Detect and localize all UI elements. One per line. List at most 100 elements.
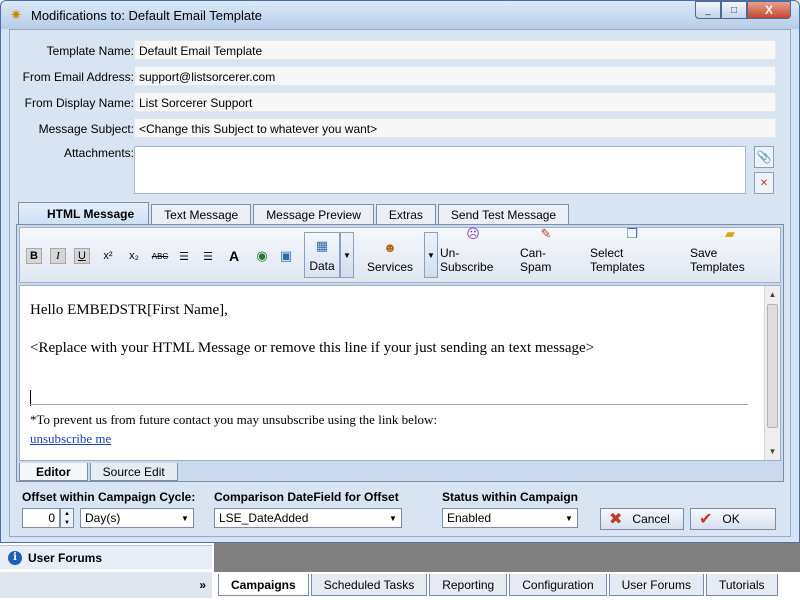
- window-title: Modifications to: Default Email Template: [31, 7, 262, 23]
- datefield-label: Comparison DateField for Offset: [214, 490, 399, 504]
- subscript-button[interactable]: x₂: [126, 248, 142, 264]
- unsubscribe-note: *To prevent us from future contact you m…: [30, 412, 438, 427]
- dialog-client-area: Template Name: Default Email Template Fr…: [9, 29, 791, 537]
- bold-button[interactable]: B: [26, 248, 42, 264]
- template-name-field[interactable]: Default Email Template: [134, 40, 776, 60]
- add-attachment-button[interactable]: 📎: [754, 146, 774, 168]
- title-bar[interactable]: ✷ Modifications to: Default Email Templa…: [1, 1, 799, 29]
- insert-image-icon[interactable]: ▣: [278, 248, 294, 264]
- minimize-button[interactable]: _: [695, 1, 721, 19]
- underline-button[interactable]: U: [74, 248, 90, 264]
- sidebar-item-label: User Forums: [28, 550, 103, 565]
- calendar-grid-icon: ▦: [315, 238, 329, 253]
- info-icon: i: [8, 550, 22, 565]
- offset-unit-value: Day(s): [85, 511, 121, 525]
- tab-scheduled-tasks[interactable]: Scheduled Tasks: [310, 574, 428, 596]
- offset-label: Offset within Campaign Cycle:: [22, 490, 196, 504]
- italic-button[interactable]: I: [50, 248, 66, 264]
- data-dropdown-button[interactable]: ▦ Data: [304, 232, 340, 278]
- ok-button[interactable]: ✔ OK: [690, 508, 776, 530]
- sidebar-expand-chevrons[interactable]: »: [0, 572, 212, 598]
- attachments-label: Attachments:: [63, 146, 134, 160]
- canspam-button-label: Can-Spam: [520, 246, 552, 274]
- greeting-line: Hello EMBEDSTR[First Name],: [30, 302, 228, 318]
- ok-button-label: OK: [722, 512, 740, 526]
- message-tabs: HTML Message Text Message Message Previe…: [18, 202, 571, 224]
- select-templates-button[interactable]: ❐ Select Templates: [590, 226, 674, 278]
- template-name-label: Template Name:: [46, 44, 134, 58]
- dialog-window: ✷ Modifications to: Default Email Templa…: [0, 0, 800, 543]
- main-tab-strip: Campaigns Scheduled Tasks Reporting Conf…: [218, 574, 778, 596]
- canspam-pencil-icon: ✎: [540, 226, 552, 241]
- stepper-up-icon[interactable]: ▲: [61, 509, 73, 518]
- tab-text-message[interactable]: Text Message: [151, 204, 252, 224]
- offset-stepper-input[interactable]: 0: [22, 508, 60, 528]
- superscript-button[interactable]: x²: [100, 248, 116, 264]
- tab-message-preview[interactable]: Message Preview: [253, 204, 374, 224]
- scrollbar-thumb[interactable]: [767, 304, 778, 428]
- tab-extras[interactable]: Extras: [375, 204, 436, 224]
- tab-user-forums[interactable]: User Forums: [608, 574, 704, 596]
- close-button[interactable]: X: [747, 1, 791, 19]
- unsubscribe-person-icon: ☹: [466, 226, 480, 241]
- subject-row: Message Subject: <Change this Subject to…: [10, 118, 792, 140]
- font-button[interactable]: A: [226, 248, 242, 264]
- window-controls: _ □ X: [695, 1, 791, 19]
- align-right-icon[interactable]: ☰: [200, 248, 216, 264]
- chevron-down-icon: ▼: [389, 513, 397, 523]
- data-dropdown-arrow[interactable]: ▼: [340, 232, 354, 278]
- insert-link-globe-icon[interactable]: ◉: [254, 248, 270, 264]
- scroll-down-arrow-icon[interactable]: ▼: [765, 444, 780, 459]
- remove-attachment-button[interactable]: ✕: [754, 172, 774, 194]
- from-display-label: From Display Name:: [24, 96, 134, 110]
- unsubscribe-button[interactable]: ☹ Un-Subscribe: [440, 226, 506, 278]
- save-templates-label: Save Templates: [690, 246, 745, 274]
- cancel-button-label: Cancel: [632, 512, 670, 526]
- editor-scrollbar[interactable]: ▲ ▼: [764, 286, 780, 460]
- datefield-value: LSE_DateAdded: [219, 511, 309, 525]
- strikethrough-button[interactable]: ABC: [150, 248, 170, 264]
- align-left-icon[interactable]: ☰: [176, 248, 192, 264]
- unsubscribe-button-label: Un-Subscribe: [440, 246, 494, 274]
- maximize-button[interactable]: □: [721, 1, 747, 19]
- tab-campaigns[interactable]: Campaigns: [218, 574, 309, 596]
- unsubscribe-link[interactable]: unsubscribe me: [30, 431, 111, 447]
- save-templates-folder-icon: ▰: [725, 226, 735, 241]
- sidebar-item-user-forums[interactable]: i User Forums: [0, 545, 212, 569]
- tab-tutorials[interactable]: Tutorials: [705, 574, 778, 596]
- instruction-line: <Replace with your HTML Message or remov…: [30, 340, 595, 356]
- html-editor-body[interactable]: Hello EMBEDSTR[First Name], <Replace wit…: [19, 285, 781, 461]
- services-button[interactable]: ☻ Services: [360, 234, 420, 278]
- status-select[interactable]: Enabled ▼: [442, 508, 578, 528]
- from-email-field[interactable]: support@listsorcerer.com: [134, 66, 776, 86]
- status-label: Status within Campaign: [442, 490, 579, 504]
- paperclip-icon: 📎: [756, 150, 772, 164]
- tab-configuration[interactable]: Configuration: [509, 574, 607, 596]
- scroll-up-arrow-icon[interactable]: ▲: [765, 287, 780, 302]
- subject-label: Message Subject:: [38, 122, 134, 136]
- tab-html-message[interactable]: HTML Message: [18, 202, 150, 224]
- subject-field[interactable]: <Change this Subject to whatever you wan…: [134, 118, 776, 138]
- checkmark-icon: ✔: [699, 511, 713, 528]
- from-display-field[interactable]: List Sorcerer Support: [134, 92, 776, 112]
- tab-send-test-message[interactable]: Send Test Message: [437, 204, 570, 224]
- tab-reporting[interactable]: Reporting: [429, 574, 508, 596]
- save-templates-button[interactable]: ▰ Save Templates: [690, 226, 770, 278]
- from-display-row: From Display Name: List Sorcerer Support: [10, 92, 792, 114]
- canspam-button[interactable]: ✎ Can-Spam: [520, 226, 572, 278]
- offset-stepper[interactable]: ▲ ▼: [60, 508, 74, 528]
- data-button-label: Data: [309, 259, 335, 273]
- tab-source-edit[interactable]: Source Edit: [89, 463, 178, 481]
- datefield-select[interactable]: LSE_DateAdded ▼: [214, 508, 402, 528]
- tab-editor[interactable]: Editor: [19, 463, 88, 481]
- horizontal-rule: [30, 404, 748, 405]
- attachments-list[interactable]: [134, 146, 746, 194]
- offset-unit-select[interactable]: Day(s) ▼: [80, 508, 194, 528]
- select-templates-icon: ❐: [626, 226, 638, 241]
- template-name-row: Template Name: Default Email Template: [10, 40, 792, 62]
- cancel-button[interactable]: ✖ Cancel: [600, 508, 684, 530]
- stepper-down-icon[interactable]: ▼: [61, 518, 73, 527]
- html-editor-panel: B I U x² x₂ ABC ☰ ☰ A ◉ ▣ ▦ Data ▼ ☻ Ser…: [16, 224, 784, 482]
- select-templates-label: Select Templates: [590, 246, 645, 274]
- services-dropdown-arrow[interactable]: ▼: [424, 232, 438, 278]
